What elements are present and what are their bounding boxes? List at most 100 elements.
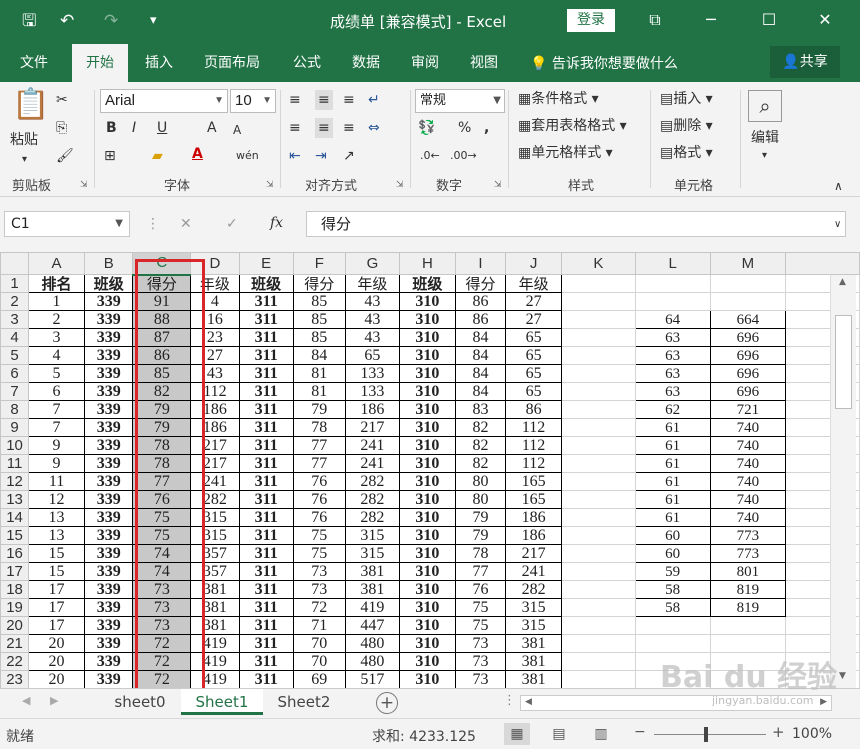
cell[interactable]: 310 — [398, 400, 456, 419]
cell[interactable]: 61 — [634, 508, 711, 527]
cell[interactable]: 年级 — [190, 274, 240, 293]
cell[interactable]: 61 — [634, 454, 711, 473]
cell[interactable]: 75 — [454, 598, 507, 617]
cell[interactable]: 311 — [238, 652, 294, 671]
cell[interactable]: 65 — [505, 346, 563, 365]
cell[interactable]: 112 — [505, 454, 563, 473]
prev-sheet-icon[interactable]: ◀ — [22, 694, 30, 707]
cell-styles-button[interactable]: ▦单元格样式 ▾ — [518, 143, 613, 163]
cell[interactable]: 27 — [190, 346, 240, 365]
column-header-k[interactable]: K — [561, 252, 636, 275]
cell[interactable]: 91 — [132, 292, 192, 311]
cell[interactable]: 75 — [454, 616, 507, 635]
cell[interactable]: 217 — [190, 454, 240, 473]
cell[interactable]: 17 — [28, 598, 85, 617]
cell[interactable]: 83 — [454, 400, 507, 419]
cell[interactable] — [561, 490, 636, 509]
cell[interactable]: 73 — [132, 580, 192, 599]
cell[interactable]: 77 — [292, 454, 346, 473]
cell[interactable]: 81 — [292, 364, 346, 383]
maximize-button[interactable]: ☐ — [756, 8, 782, 32]
row-header[interactable]: 22 — [0, 652, 30, 671]
cell[interactable]: 740 — [709, 418, 787, 437]
cell[interactable] — [634, 292, 711, 311]
cell[interactable]: 310 — [398, 346, 456, 365]
number-format-combo[interactable]: 常规 ▼ — [415, 89, 505, 113]
cell[interactable]: 60 — [634, 544, 711, 563]
cell[interactable]: 186 — [190, 400, 240, 419]
cell[interactable]: 311 — [238, 310, 294, 329]
column-header-a[interactable]: A — [28, 252, 85, 275]
sheet-tab-sheet2[interactable]: Sheet2 — [264, 689, 344, 715]
cell[interactable] — [561, 616, 636, 635]
cell[interactable]: 9 — [28, 436, 85, 455]
cell[interactable]: 419 — [190, 652, 240, 671]
cell[interactable]: 419 — [190, 634, 240, 653]
cell[interactable]: 112 — [190, 382, 240, 401]
cell[interactable]: 82 — [454, 418, 507, 437]
cell[interactable]: 311 — [238, 328, 294, 347]
cell[interactable] — [561, 562, 636, 581]
cell[interactable]: 班级 — [83, 274, 134, 293]
cell[interactable]: 311 — [238, 634, 294, 653]
cell[interactable]: 73 — [454, 670, 507, 689]
merge-center-icon[interactable]: ⇔ — [368, 118, 380, 138]
bold-button[interactable]: B — [106, 118, 117, 138]
cell[interactable]: 310 — [398, 436, 456, 455]
cell[interactable]: 75 — [292, 526, 346, 545]
cell[interactable]: 339 — [83, 310, 134, 329]
cell[interactable] — [561, 436, 636, 455]
cell[interactable]: 311 — [238, 598, 294, 617]
cell[interactable] — [561, 400, 636, 419]
redo-icon[interactable]: ↷ — [104, 9, 118, 33]
cell[interactable]: 310 — [398, 562, 456, 581]
cell[interactable] — [561, 364, 636, 383]
cell[interactable]: 339 — [83, 616, 134, 635]
cell[interactable]: 84 — [454, 382, 507, 401]
font-dialog-launcher-icon[interactable]: ⇲ — [266, 180, 274, 190]
normal-view-icon[interactable]: ▦ — [504, 723, 530, 745]
column-header-e[interactable]: E — [238, 252, 294, 275]
row-header[interactable]: 15 — [0, 526, 30, 545]
tab-page-layout[interactable]: 页面布局 — [204, 52, 260, 72]
cell[interactable]: 696 — [709, 364, 787, 383]
minimize-button[interactable]: ─ — [698, 8, 724, 32]
cell[interactable]: 15 — [28, 544, 85, 563]
cell[interactable]: 79 — [454, 526, 507, 545]
cell[interactable] — [634, 616, 711, 635]
cell[interactable]: 27 — [505, 310, 563, 329]
cell[interactable] — [561, 382, 636, 401]
cell[interactable]: 73 — [292, 562, 346, 581]
cell[interactable]: 381 — [190, 580, 240, 599]
percent-button[interactable]: % — [458, 118, 471, 138]
page-layout-view-icon[interactable]: ▤ — [546, 723, 572, 745]
cell[interactable]: 73 — [454, 634, 507, 653]
tell-me-search[interactable]: 💡 告诉我你想要做什么 — [530, 53, 678, 73]
zoom-in-button[interactable]: + — [772, 723, 785, 741]
cell[interactable]: 339 — [83, 364, 134, 383]
cell[interactable]: 77 — [292, 436, 346, 455]
row-header[interactable]: 4 — [0, 328, 30, 347]
cell[interactable]: 60 — [634, 526, 711, 545]
cell[interactable]: 311 — [238, 616, 294, 635]
cell[interactable]: 315 — [505, 598, 563, 617]
cell[interactable]: 85 — [132, 364, 192, 383]
column-header-g[interactable]: G — [344, 252, 400, 275]
search-icon[interactable]: ⌕ — [748, 90, 782, 122]
cell[interactable]: 133 — [344, 382, 400, 401]
cell[interactable]: 76 — [454, 580, 507, 599]
column-header-j[interactable]: J — [505, 252, 563, 275]
cell[interactable]: 4 — [190, 292, 240, 311]
cell[interactable]: 819 — [709, 598, 787, 617]
tab-formulas[interactable]: 公式 — [293, 52, 321, 72]
cell[interactable]: 74 — [132, 544, 192, 563]
column-header-f[interactable]: F — [292, 252, 346, 275]
cell[interactable]: 310 — [398, 418, 456, 437]
cell[interactable]: 819 — [709, 580, 787, 599]
cell[interactable]: 339 — [83, 580, 134, 599]
cell[interactable]: 721 — [709, 400, 787, 419]
cell[interactable] — [709, 634, 787, 653]
cell[interactable] — [561, 526, 636, 545]
cell[interactable]: 70 — [292, 652, 346, 671]
cell[interactable]: 310 — [398, 490, 456, 509]
